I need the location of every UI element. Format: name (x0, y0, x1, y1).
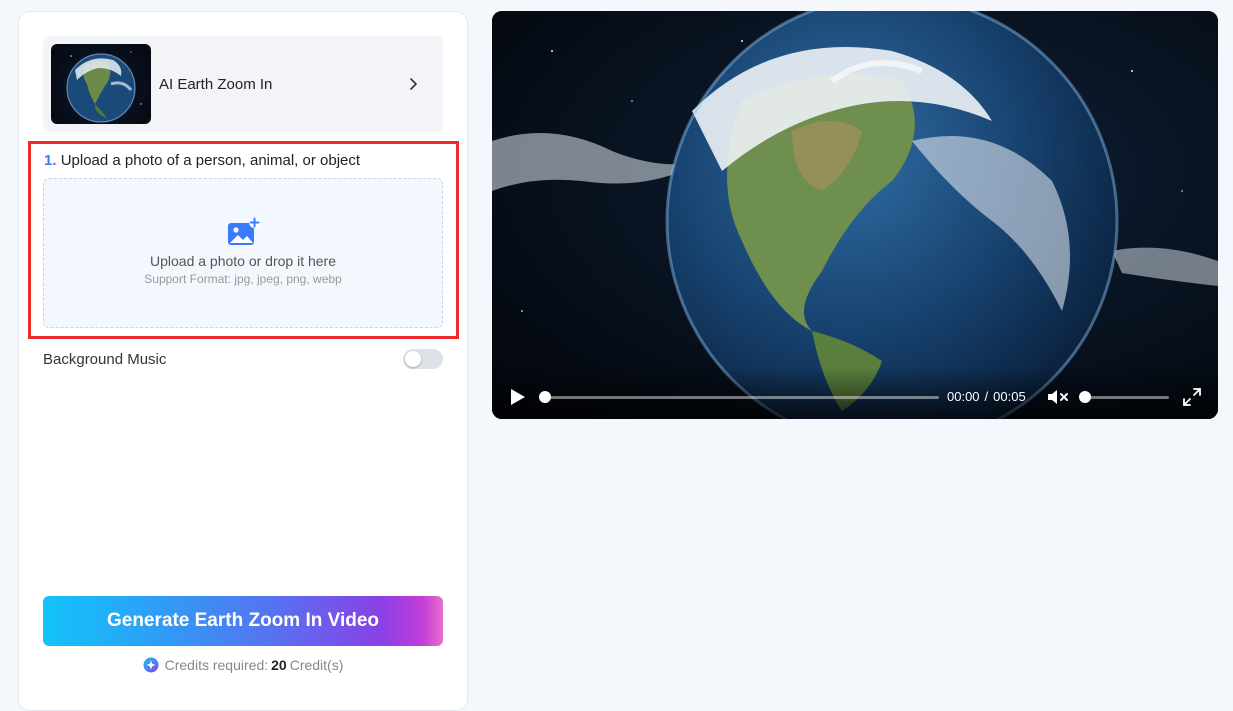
image-upload-icon (228, 217, 260, 245)
volume-slider[interactable] (1085, 396, 1169, 399)
upload-section: 1. Upload a photo of a person, animal, o… (28, 141, 459, 339)
format-text: Support Format: jpg, jpeg, png, webp (144, 272, 342, 286)
credits-suffix: Credit(s) (289, 657, 344, 673)
toggle-knob (405, 351, 421, 367)
step-number: 1. (44, 152, 57, 169)
play-icon[interactable] (510, 388, 526, 406)
chevron-right-icon (410, 78, 417, 90)
template-thumbnail (51, 44, 151, 124)
credits-amount: 20 (271, 657, 287, 673)
template-selector[interactable]: AI Earth Zoom In (43, 36, 443, 132)
credits-prefix: Credits required: (164, 657, 269, 673)
credits-info: Credits required: 20 Credit(s) (43, 657, 443, 673)
background-music-label: Background Music (43, 350, 167, 368)
settings-panel: AI Earth Zoom In 1. Upload a photo of a … (18, 11, 468, 711)
upload-step-label: 1. Upload a photo of a person, animal, o… (44, 152, 360, 169)
background-music-toggle[interactable] (403, 349, 443, 369)
template-title: AI Earth Zoom In (159, 75, 273, 93)
earth-preview-image (492, 11, 1218, 419)
duration: 00:05 (993, 389, 1026, 404)
volume-handle[interactable] (1079, 391, 1091, 403)
generate-video-button[interactable]: Generate Earth Zoom In Video (43, 596, 443, 646)
current-time: 00:00 (947, 389, 980, 404)
progress-handle[interactable] (539, 391, 551, 403)
video-preview[interactable]: 00:00 / 00:05 (492, 11, 1218, 419)
video-controls: 00:00 / 00:05 (492, 367, 1218, 419)
photo-dropzone[interactable]: Upload a photo or drop it here Support F… (43, 178, 443, 328)
fullscreen-icon[interactable] (1183, 388, 1201, 406)
time-display: 00:00 / 00:05 (947, 389, 1026, 404)
time-separator: / (984, 389, 989, 404)
volume-mute-icon[interactable] (1047, 388, 1069, 406)
progress-bar[interactable] (544, 396, 939, 399)
drop-text: Upload a photo or drop it here (149, 253, 336, 269)
step-text: Upload a photo of a person, animal, or o… (60, 152, 361, 169)
credit-icon (143, 657, 159, 673)
background-music-row: Background Music (43, 348, 443, 370)
